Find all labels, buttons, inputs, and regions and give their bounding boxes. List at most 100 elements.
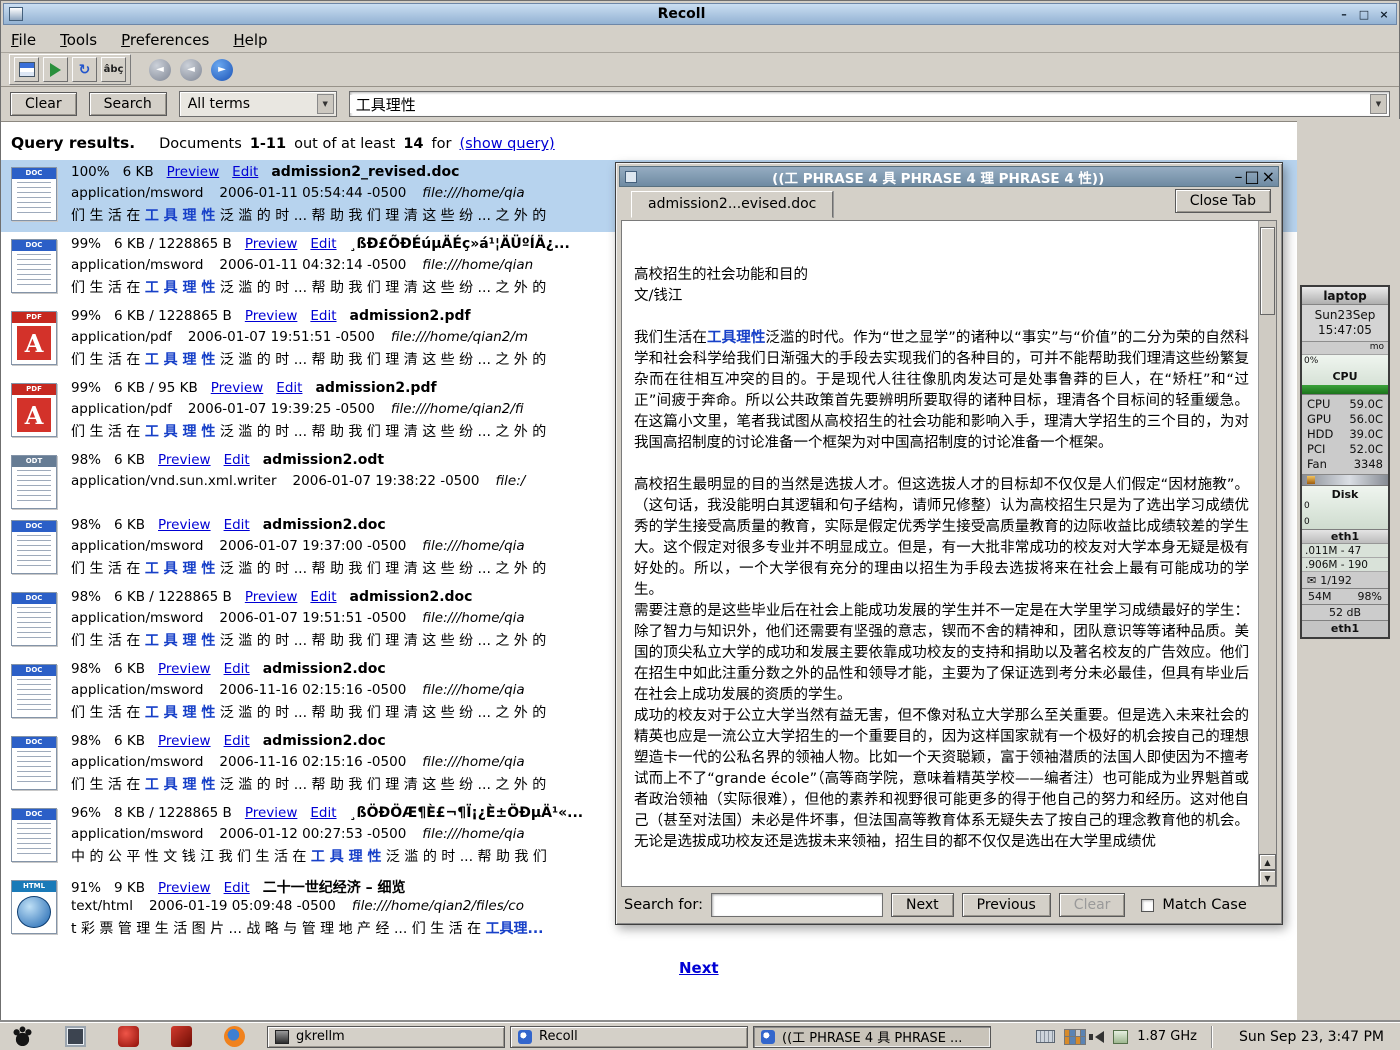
result-edit-link[interactable]: Edit	[276, 380, 302, 396]
maximize-icon[interactable]: □	[1244, 167, 1259, 186]
result-url: file:///home/qia	[422, 826, 524, 846]
result-preview-link[interactable]: Preview	[211, 380, 264, 396]
result-edit-link[interactable]: Edit	[310, 236, 336, 252]
recoll-icon	[761, 1030, 775, 1044]
result-file-icon: PDF	[11, 311, 57, 365]
result-relevance: 99%	[71, 308, 101, 324]
show-query-link[interactable]: (show query)	[459, 136, 554, 152]
result-edit-link[interactable]: Edit	[310, 589, 336, 605]
minimize-icon[interactable]: –	[1335, 6, 1353, 22]
history-button[interactable]: ↻	[72, 57, 97, 82]
prev-page-icon[interactable]: ◄	[180, 59, 202, 81]
result-preview-link[interactable]: Preview	[167, 164, 220, 180]
taskbar-clock: Sun Sep 23, 3:47 PM	[1227, 1029, 1394, 1045]
clear-field-button[interactable]	[14, 57, 39, 82]
search-input[interactable]	[350, 95, 1370, 113]
run-query-button[interactable]	[43, 57, 68, 82]
menu-preferences[interactable]: Preferences	[121, 31, 209, 49]
scroll-up-icon[interactable]: ▲	[1259, 854, 1276, 870]
system-tray: 1.87 GHz Sun Sep 23, 3:47 PM	[1036, 1026, 1394, 1048]
maximize-icon[interactable]: □	[1355, 6, 1373, 22]
result-url: file:/	[495, 473, 525, 493]
result-file-icon: PDF	[11, 383, 57, 437]
workspace-pager-icon[interactable]	[1064, 1029, 1086, 1045]
taskbar-window-preview[interactable]: ((工 PHRASE 4 具 PHRASE ...	[753, 1026, 991, 1048]
result-edit-link[interactable]: Edit	[224, 733, 250, 749]
preview-text-area[interactable]: 高校招生的社会功能和目的 文/钱江 我们生活在工具理性泛滥的时代。作为“世之显学…	[621, 220, 1277, 887]
preview-tab[interactable]: admission2...evised.doc	[631, 191, 833, 218]
result-filename: ¸ßÖÐÖÆ¶È£¬¶Ï¡¿È±ÖÐµÄ¹«...	[350, 805, 584, 821]
term-explorer-button[interactable]: âbç	[101, 57, 126, 82]
result-preview-link[interactable]: Preview	[158, 880, 211, 896]
result-date: 2006-01-07 19:38:22 -0500	[293, 473, 480, 493]
spellcheck-icon: âbç	[104, 64, 124, 75]
app-launcher-icon-2[interactable]	[171, 1026, 192, 1047]
result-preview-link[interactable]: Preview	[245, 805, 298, 821]
main-titlebar[interactable]: Recoll – □ ×	[3, 3, 1397, 25]
result-mime: application/pdf	[71, 401, 172, 421]
result-edit-link[interactable]: Edit	[224, 517, 250, 533]
result-preview-link[interactable]: Preview	[245, 308, 298, 324]
result-preview-link[interactable]: Preview	[245, 236, 298, 252]
result-preview-link[interactable]: Preview	[158, 733, 211, 749]
firefox-icon[interactable]	[224, 1026, 245, 1047]
result-snippet: 们 生 活 在 工 具 理 性 泛 滥 的 时 ... 帮 助 我 们 理 清 …	[71, 421, 546, 444]
scrollbar-thumb[interactable]	[1260, 227, 1275, 315]
result-filename: ¸ßÐ£ÕÐÉúµÄÉç»á¹¦ÄÜºÍÄ¿...	[350, 236, 570, 252]
highlighted-term: 工 具 理 性	[145, 352, 216, 368]
divider	[1211, 1026, 1213, 1048]
match-case-checkbox[interactable]	[1141, 899, 1154, 912]
paw-launcher-icon[interactable]	[12, 1026, 33, 1047]
preview-search-input[interactable]	[711, 893, 883, 917]
query-history-chevron-icon[interactable]: ▼	[1370, 94, 1387, 114]
preview-scrollbar[interactable]: ▲ ▼	[1258, 221, 1276, 886]
search-mode-select[interactable]: All terms ▼	[179, 91, 337, 117]
close-icon[interactable]: ×	[1262, 167, 1275, 186]
menu-file[interactable]: File	[11, 31, 36, 49]
gkrellm-sensors: CPU59.0C GPU56.0C HDD39.0C PCI52.0C Fan3…	[1302, 395, 1388, 475]
result-relevance: 98%	[71, 452, 101, 468]
result-preview-link[interactable]: Preview	[158, 517, 211, 533]
search-button[interactable]: Search	[89, 92, 167, 116]
result-filename: admission2.doc	[263, 517, 386, 533]
next-page-icon[interactable]: ►	[211, 59, 233, 81]
preview-clear-button[interactable]: Clear	[1059, 893, 1126, 917]
preview-titlebar[interactable]: ((工 PHRASE 4 具 PHRASE 4 理 PHRASE 4 性)) –…	[619, 166, 1279, 187]
result-edit-link[interactable]: Edit	[224, 661, 250, 677]
taskbar-window-recoll[interactable]: Recoll	[510, 1026, 748, 1048]
result-edit-link[interactable]: Edit	[232, 164, 258, 180]
minimize-icon[interactable]: –	[1234, 167, 1242, 186]
close-tab-button[interactable]: Close Tab	[1175, 189, 1271, 213]
result-url: file:///home/qian2/fi	[391, 401, 524, 421]
result-url: file:///home/qia	[422, 538, 524, 558]
first-page-icon[interactable]: ◄	[149, 59, 171, 81]
terminal-launcher-icon[interactable]	[65, 1026, 86, 1047]
preview-paragraph: 需要注意的是这些毕业后在社会上能成功发展的学生并不一定是在大学里学习成绩最好的学…	[634, 601, 1249, 706]
result-edit-link[interactable]: Edit	[224, 452, 250, 468]
scroll-down-icon[interactable]: ▼	[1259, 870, 1276, 886]
result-edit-link[interactable]: Edit	[310, 805, 336, 821]
menu-help[interactable]: Help	[233, 31, 267, 49]
preview-next-button[interactable]: Next	[891, 893, 954, 917]
preview-previous-button[interactable]: Previous	[962, 893, 1051, 917]
app-launcher-icon[interactable]	[118, 1026, 139, 1047]
result-preview-link[interactable]: Preview	[158, 661, 211, 677]
power-plug-icon[interactable]	[1113, 1030, 1128, 1044]
taskbar-window-gkrellm[interactable]: gkrellm	[267, 1026, 505, 1048]
volume-icon[interactable]	[1095, 1031, 1104, 1043]
result-edit-link[interactable]: Edit	[224, 880, 250, 896]
gkrellm-mail: ✉ 1/192	[1302, 572, 1388, 589]
result-preview-link[interactable]: Preview	[245, 589, 298, 605]
preview-paragraph: 我们生活在工具理性泛滥的时代。作为“世之显学”的诸种以“事实”与“价值”的二分为…	[634, 328, 1249, 454]
result-mime: application/pdf	[71, 329, 172, 349]
close-icon[interactable]: ×	[1375, 6, 1393, 22]
clear-button[interactable]: Clear	[10, 92, 77, 116]
keyboard-indicator-icon[interactable]	[1036, 1030, 1055, 1043]
result-preview-link[interactable]: Preview	[158, 452, 211, 468]
result-snippet: 们 生 活 在 工 具 理 性 泛 滥 的 时 ... 帮 助 我 们 理 清 …	[71, 630, 546, 653]
chevron-down-icon[interactable]: ▼	[317, 94, 334, 114]
next-page-link[interactable]: Next	[679, 959, 719, 977]
preview-window-title: ((工 PHRASE 4 具 PHRASE 4 理 PHRASE 4 性))	[642, 167, 1234, 187]
menu-tools[interactable]: Tools	[60, 31, 97, 49]
result-edit-link[interactable]: Edit	[310, 308, 336, 324]
